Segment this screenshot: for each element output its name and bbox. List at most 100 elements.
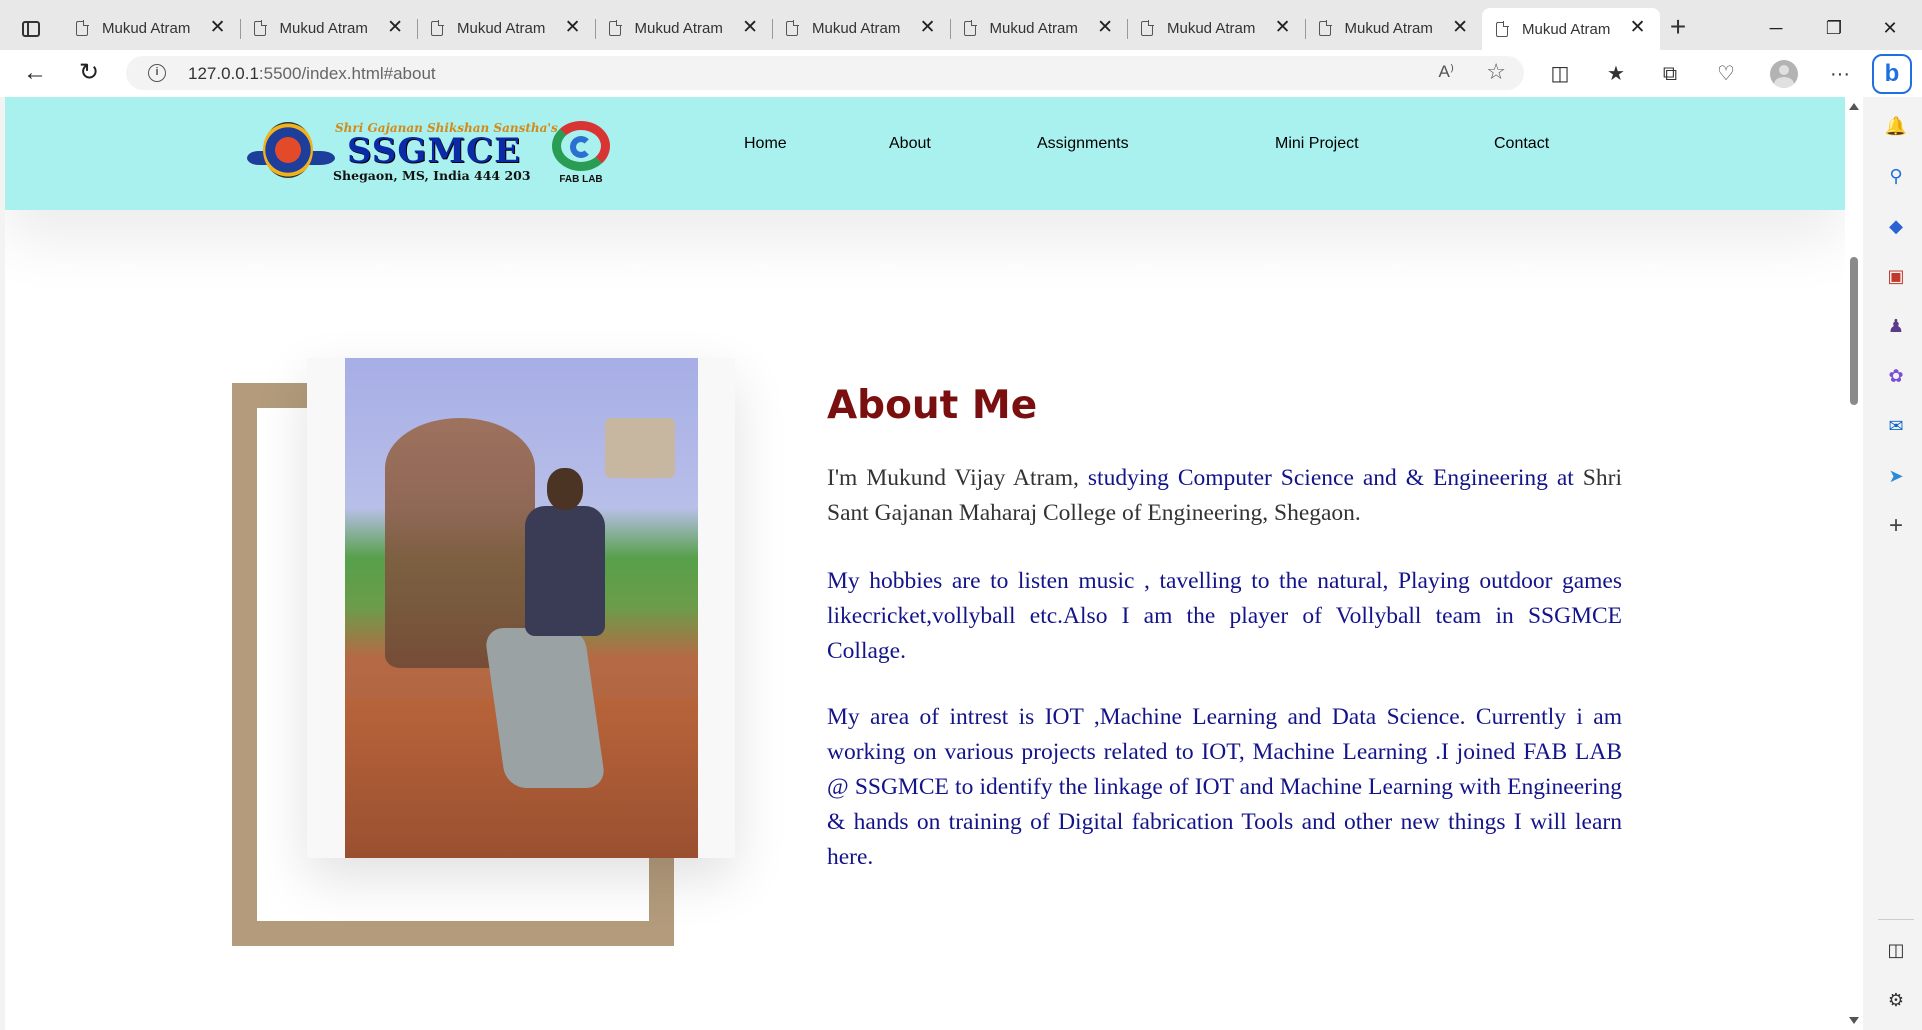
tab-close-icon[interactable]: ✕	[1275, 17, 1291, 39]
browser-tab[interactable]: Mukud Atram ✕	[1304, 8, 1483, 48]
browser-tab-active[interactable]: Mukud Atram ✕	[1482, 8, 1660, 50]
photo-person-body	[525, 506, 605, 636]
scroll-down-arrow-icon[interactable]	[1849, 1017, 1859, 1024]
about-title: About Me	[827, 383, 1038, 428]
tab-title: Mukud Atram	[1167, 19, 1256, 37]
tab-actions-button[interactable]	[14, 14, 48, 44]
browser-tab[interactable]: Mukud Atram ✕	[594, 8, 773, 48]
scroll-thumb[interactable]	[1850, 257, 1858, 405]
tab-close-icon[interactable]: ✕	[742, 17, 758, 39]
page-scrollbar[interactable]	[1845, 97, 1863, 1030]
browser-tab[interactable]: Mukud Atram ✕	[417, 8, 595, 48]
split-screen-icon[interactable]: ◫	[1546, 60, 1574, 88]
page-icon	[963, 19, 977, 36]
about-paragraph-intro: I'm Mukund Vijay Atram, studying Compute…	[827, 461, 1622, 531]
tab-close-icon[interactable]: ✕	[565, 17, 581, 39]
page-icon	[1496, 20, 1509, 37]
back-button[interactable]: ←	[18, 58, 52, 88]
restore-button[interactable]: ❐	[1814, 14, 1854, 42]
profile-photo	[345, 358, 698, 858]
search-icon[interactable]: ⚲	[1883, 163, 1909, 189]
tab-close-icon[interactable]: ✕	[387, 17, 403, 39]
profile-photo-card	[307, 358, 735, 858]
about-paragraph-hobbies: My hobbies are to listen music , tavelli…	[827, 568, 1622, 664]
refresh-button[interactable]: ↻	[72, 58, 106, 88]
nav-about[interactable]: About	[889, 135, 931, 153]
url-path: :5500/index.html#about	[258, 64, 436, 83]
page-icon	[1318, 19, 1332, 36]
collections-icon[interactable]: ⧉	[1656, 60, 1684, 88]
url-text[interactable]: 127.0.0.1:5500/index.html#about	[188, 64, 436, 84]
fablab-label: FAB LAB	[559, 174, 603, 185]
back-arrow-icon: ←	[23, 59, 47, 86]
nav-home[interactable]: Home	[744, 135, 787, 153]
settings-icon[interactable]: ⚙	[1883, 987, 1909, 1013]
address-bar[interactable]: i 127.0.0.1:5500/index.html#about A⁾ ☆	[126, 56, 1524, 90]
tab-title: Mukud Atram	[1344, 19, 1433, 37]
logo-address: Shegaon, MS, India 444 203	[333, 168, 531, 183]
tab-title: Mukud Atram	[1522, 20, 1611, 38]
copilot-icon[interactable]: ✿	[1883, 363, 1909, 389]
logo-emblem-icon	[263, 122, 313, 178]
edge-sidebar: 🔔 ⚲ ◆ ▣ ♟ ✿ ✉ ➤ + ◫ ⚙	[1870, 97, 1922, 1030]
fablab-logo[interactable]: FAB LAB	[550, 121, 612, 185]
tab-list: Mukud Atram ✕ Mukud Atram ✕ Mukud Atram …	[62, 8, 1660, 50]
photo-person-head	[547, 468, 583, 510]
intro-name: I'm Mukund Vijay Atram,	[827, 465, 1079, 491]
nav-assignments[interactable]: Assignments	[1037, 135, 1129, 153]
page-icon	[608, 19, 622, 36]
new-tab-button[interactable]: +	[1662, 12, 1694, 44]
read-aloud-icon[interactable]: A⁾	[1438, 62, 1454, 82]
page-icon	[1141, 19, 1154, 36]
nav-mini-project[interactable]: Mini Project	[1275, 135, 1359, 153]
tag-icon[interactable]: ◆	[1883, 213, 1909, 239]
browser-essentials-icon[interactable]: ♡	[1712, 60, 1740, 88]
tab-close-icon[interactable]: ✕	[210, 17, 226, 39]
page-icon	[431, 19, 444, 36]
tab-close-icon[interactable]: ✕	[1452, 17, 1468, 39]
outlook-icon[interactable]: ✉	[1883, 413, 1909, 439]
site-info-icon[interactable]: i	[148, 64, 166, 82]
nav-contact[interactable]: Contact	[1494, 135, 1549, 153]
browser-tab[interactable]: Mukud Atram ✕	[949, 8, 1128, 48]
tab-actions-icon	[22, 21, 40, 37]
page-icon	[253, 19, 267, 36]
fablab-inner-icon	[570, 136, 592, 158]
photo-person	[483, 468, 615, 808]
browser-tab[interactable]: Mukud Atram ✕	[1127, 8, 1305, 48]
browser-tab[interactable]: Mukud Atram ✕	[62, 8, 240, 48]
briefcase-icon[interactable]: ▣	[1883, 263, 1909, 289]
about-paragraph-interests: My area of intrest is IOT ,Machine Learn…	[827, 704, 1622, 870]
tab-close-icon[interactable]: ✕	[1097, 17, 1113, 39]
page-icon	[76, 19, 89, 36]
more-menu-button[interactable]: ···	[1826, 60, 1854, 88]
photo-person-legs	[483, 628, 607, 788]
tab-title: Mukud Atram	[457, 19, 546, 37]
browser-tab[interactable]: Mukud Atram ✕	[239, 8, 418, 48]
plus-icon[interactable]: +	[1883, 513, 1909, 539]
profile-avatar[interactable]	[1770, 60, 1798, 88]
intro-study: studying Computer Science and & Engineer…	[1078, 465, 1574, 491]
tab-close-icon[interactable]: ✕	[920, 17, 936, 39]
favorite-star-icon[interactable]: ☆	[1486, 59, 1506, 85]
sidebar-toggle-icon[interactable]: ◫	[1883, 937, 1909, 963]
page-viewport: Shri Gajanan Shikshan Sanstha's SSGMCE S…	[5, 97, 1845, 1030]
minimize-button[interactable]: ─	[1756, 14, 1796, 42]
browser-tab[interactable]: Mukud Atram ✕	[772, 8, 950, 48]
photo-water-tank	[605, 418, 675, 478]
browser-tab-strip: Mukud Atram ✕ Mukud Atram ✕ Mukud Atram …	[0, 0, 1922, 57]
close-window-button[interactable]: ✕	[1870, 14, 1910, 42]
logo-brand: SSGMCE	[347, 131, 522, 171]
bell-icon[interactable]: 🔔	[1883, 113, 1909, 139]
chess-icon[interactable]: ♟	[1883, 313, 1909, 339]
send-icon[interactable]: ➤	[1883, 463, 1909, 489]
tab-title: Mukud Atram	[812, 19, 901, 37]
refresh-icon: ↻	[78, 59, 100, 86]
tab-title: Mukud Atram	[989, 19, 1078, 37]
scroll-up-arrow-icon[interactable]	[1849, 103, 1859, 110]
sidebar-divider	[1878, 919, 1914, 920]
tab-title: Mukud Atram	[279, 19, 368, 37]
copilot-button[interactable]: b	[1872, 54, 1912, 94]
tab-close-icon[interactable]: ✕	[1630, 17, 1646, 39]
favorites-icon[interactable]: ★	[1602, 60, 1630, 88]
